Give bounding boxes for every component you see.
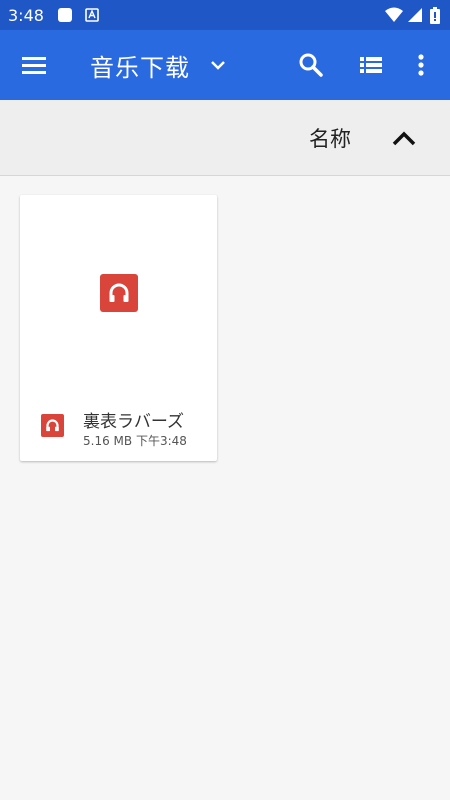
- chevron-up-icon[interactable]: [390, 126, 418, 150]
- battery-icon: [430, 7, 440, 24]
- search-icon[interactable]: [297, 51, 325, 79]
- signal-icon: [408, 8, 422, 22]
- file-name: 裏表ラバーズ: [83, 412, 184, 432]
- sort-bar: 名称: [0, 100, 450, 176]
- notification-square-icon: [58, 8, 72, 22]
- file-meta: 5.16 MB 下午3:48: [83, 432, 187, 449]
- status-bar: 3:48: [0, 0, 450, 30]
- sort-label[interactable]: 名称: [309, 123, 351, 153]
- page-title: 音乐下载: [90, 53, 190, 82]
- file-card[interactable]: 裏表ラバーズ 5.16 MB 下午3:48: [20, 195, 217, 461]
- file-time: 下午3:48: [135, 434, 187, 448]
- app-bar: 音乐下载: [0, 30, 450, 100]
- wifi-icon: [385, 7, 403, 22]
- folder-title-dropdown[interactable]: 音乐下载: [90, 48, 226, 82]
- more-options-icon[interactable]: [407, 51, 435, 79]
- app-a-icon: [85, 8, 99, 22]
- dropdown-chevron-icon: [211, 61, 225, 70]
- list-view-icon[interactable]: [357, 51, 385, 79]
- file-type-audio-icon: [41, 414, 64, 437]
- file-size: 5.16 MB: [83, 434, 133, 448]
- headphones-audio-icon: [100, 274, 138, 312]
- status-time: 3:48: [8, 6, 44, 25]
- file-grid: 裏表ラバーズ 5.16 MB 下午3:48: [0, 176, 450, 800]
- menu-icon[interactable]: [20, 53, 48, 77]
